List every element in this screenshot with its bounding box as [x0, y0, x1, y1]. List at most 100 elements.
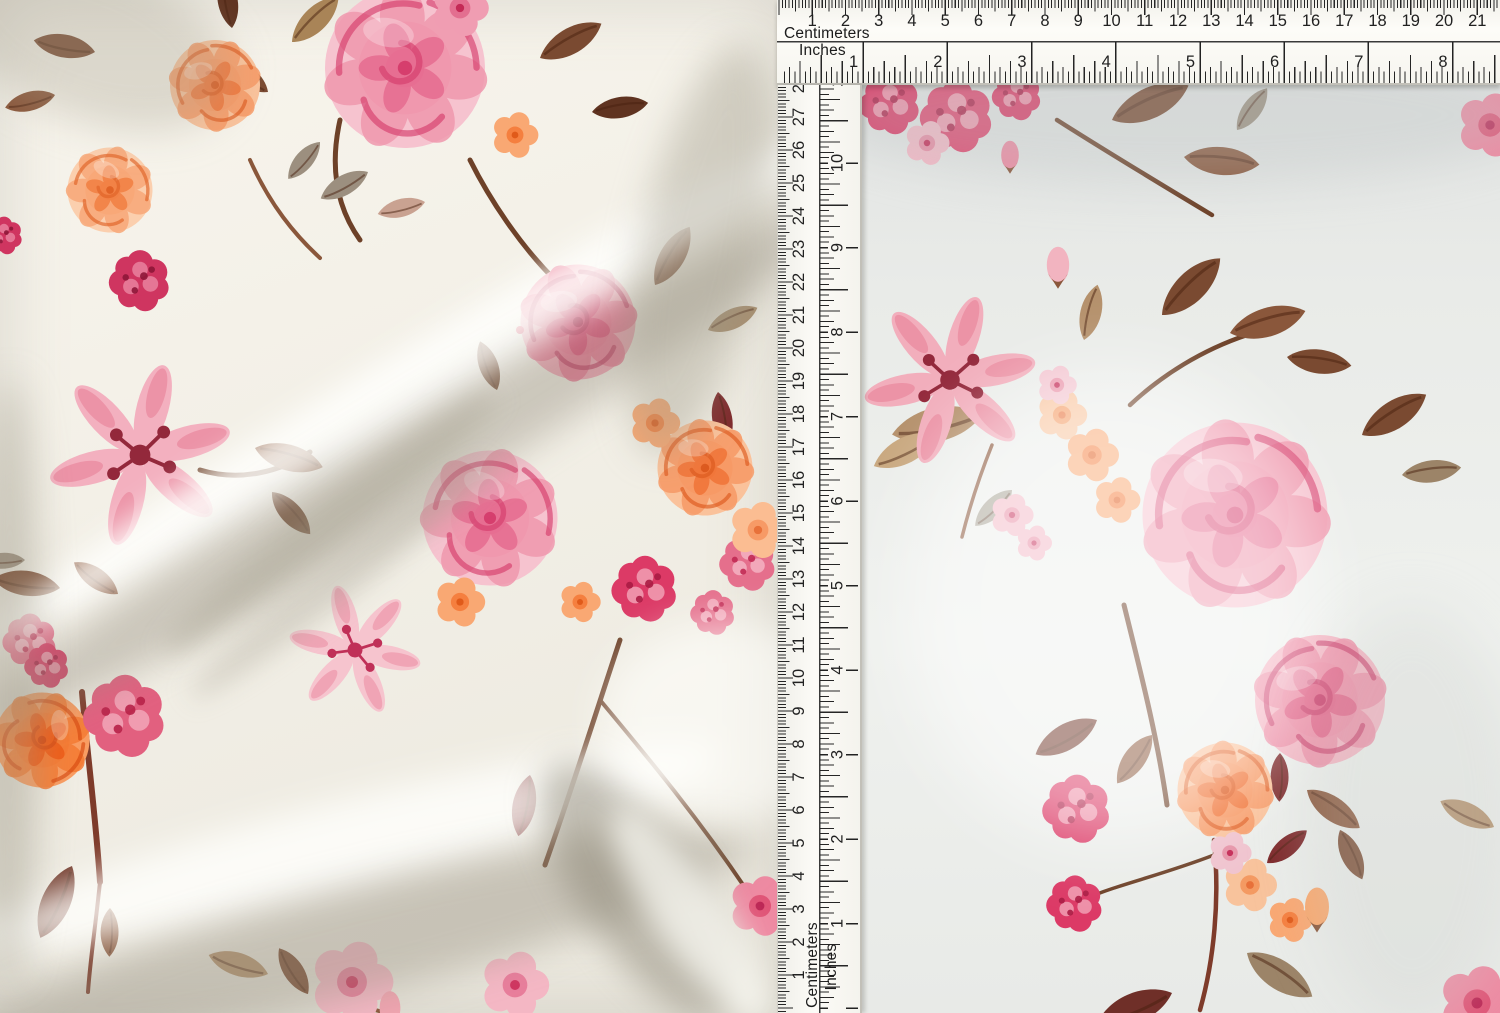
cm-scale: 123456789101112131415161718192021 [779, 0, 1497, 30]
inch-number: 2 [933, 53, 942, 71]
cm-number: 10 [790, 669, 808, 687]
inch-scale: 1 2 3 4 5 6 7 8 [784, 42, 1494, 83]
cm-number: 25 [790, 174, 808, 192]
cm-number: 27 [790, 108, 808, 126]
centimeters-label-vertical: Centimeters [804, 922, 822, 1008]
cm-number: 18 [1368, 12, 1386, 30]
cm-number: 9 [790, 706, 808, 715]
cm-scale: 1234567891011121314151617181920212223242… [778, 85, 808, 1011]
cm-number: 12 [1169, 12, 1187, 30]
cm-number: 8 [1040, 12, 1049, 30]
cm-number: 19 [1402, 12, 1420, 30]
inch-number: 4 [829, 665, 847, 674]
horizontal-ruler: 1234567891011121314151617181920211234567… [777, 0, 1500, 85]
cm-number: 12 [790, 603, 808, 621]
inch-number: 8 [1438, 53, 1447, 71]
leaf [1401, 459, 1461, 484]
inch-number: 9 [829, 243, 847, 252]
centimeters-label: Centimeters [784, 25, 870, 43]
blossom-orange [490, 110, 538, 161]
vertical-ruler-scale: 1234567891011121314151617181920212223242… [778, 85, 860, 1013]
flat-fabric-photo [862, 85, 1500, 1013]
fabric-product-photo: 1234567891011121314151617181920211234567… [0, 0, 1500, 1013]
cm-number: 11 [790, 636, 808, 653]
inch-number: 10 [829, 154, 847, 172]
rose-orange [50, 130, 169, 251]
cm-number: 14 [790, 537, 808, 555]
cm-number: 22 [790, 273, 808, 291]
cm-number: 7 [1007, 12, 1016, 30]
leaf [1285, 343, 1353, 380]
cm-number: 4 [790, 871, 808, 880]
leaf [1150, 249, 1232, 324]
inch-number: 6 [829, 496, 847, 505]
cm-number: 18 [790, 405, 808, 423]
leaf [316, 165, 373, 206]
cm-number: 17 [1335, 12, 1353, 30]
flower-bud [1047, 247, 1069, 289]
inch-number: 7 [1354, 53, 1363, 71]
inch-number: 6 [1270, 53, 1279, 71]
inch-number: 2 [829, 834, 847, 843]
cm-number: 14 [1235, 12, 1253, 30]
inches-label: Inches [799, 42, 846, 60]
inch-number: 5 [829, 581, 847, 590]
cm-number: 19 [790, 372, 808, 390]
inch-number: 1 [829, 919, 847, 928]
inch-number: 7 [829, 412, 847, 421]
inch-number: 5 [1186, 53, 1195, 71]
leaf [591, 95, 649, 121]
cm-number: 16 [1302, 12, 1320, 30]
horizontal-ruler-scale: 1234567891011121314151617181920211234567… [777, 0, 1500, 83]
leaf [533, 14, 608, 67]
cm-number: 24 [790, 207, 808, 225]
blossom-orange [558, 579, 601, 624]
cm-number: 15 [790, 504, 808, 522]
cm-number: 15 [1269, 12, 1287, 30]
cm-number: 6 [974, 12, 983, 30]
cm-number: 6 [790, 805, 808, 814]
carnation-edge [0, 217, 22, 255]
draped-fabric-photo [0, 0, 777, 1013]
cm-number: 13 [1202, 12, 1220, 30]
inch-number: 1 [849, 53, 858, 71]
cm-number: 7 [790, 772, 808, 781]
cm-number: 9 [1074, 12, 1083, 30]
cm-number: 5 [941, 12, 950, 30]
inch-number: 4 [1102, 53, 1111, 71]
cm-number: 16 [790, 471, 808, 489]
cm-number: 4 [907, 12, 916, 30]
inch-number: 3 [1017, 53, 1026, 71]
cm-number: 13 [790, 570, 808, 588]
cm-number: 26 [790, 141, 808, 159]
leaf [376, 195, 427, 221]
inches-label-vertical: Inches [823, 944, 841, 991]
cm-number: 21 [790, 306, 808, 324]
cm-number: 11 [1136, 12, 1153, 30]
leaf [1354, 385, 1434, 445]
cm-number: 5 [790, 838, 808, 847]
leaf [215, 0, 240, 29]
cm-number: 17 [790, 438, 808, 456]
cm-number: 3 [874, 12, 883, 30]
cm-number: 8 [790, 739, 808, 748]
leaf [1240, 939, 1320, 1010]
inch-number: 8 [829, 327, 847, 336]
cm-number: 3 [790, 904, 808, 913]
inch-number: 11 [829, 85, 847, 87]
cm-number: 20 [1435, 12, 1453, 30]
leaf [1072, 282, 1110, 342]
fabric-sheen [902, 365, 1322, 845]
vertical-ruler: 1234567891011121314151617181920212223242… [777, 85, 862, 1013]
cm-number: 21 [1468, 12, 1486, 30]
cm-number: 23 [790, 240, 808, 258]
cm-number: 10 [1102, 12, 1120, 30]
inch-number: 3 [829, 750, 847, 759]
leaf [280, 137, 327, 184]
carnation-magenta [611, 556, 675, 622]
cm-number: 28 [790, 85, 808, 93]
carnation-magenta-small [1046, 875, 1101, 931]
cm-number: 20 [790, 339, 808, 357]
leaf [1091, 981, 1177, 1013]
inch-scale: 1 2 3 4 5 6 7 8 9 10 11 [820, 85, 858, 1013]
